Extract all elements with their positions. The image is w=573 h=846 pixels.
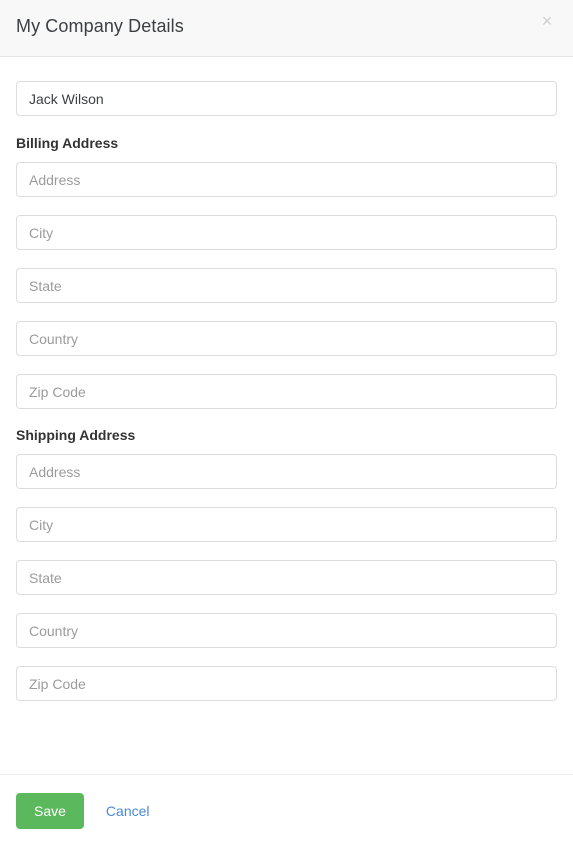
billing-zip-input[interactable] xyxy=(16,374,557,409)
billing-address-input[interactable] xyxy=(16,162,557,197)
billing-state-input[interactable] xyxy=(16,268,557,303)
shipping-address-section-label: Shipping Address xyxy=(16,427,136,443)
company-name-input[interactable] xyxy=(16,81,557,116)
shipping-state-input[interactable] xyxy=(16,560,557,595)
close-icon[interactable]: × xyxy=(535,9,559,33)
modal-body: Billing Address Shipping Address xyxy=(0,57,573,774)
shipping-address-fields xyxy=(16,454,557,701)
shipping-zip-input[interactable] xyxy=(16,666,557,701)
billing-country-input[interactable] xyxy=(16,321,557,356)
billing-city-input[interactable] xyxy=(16,215,557,250)
modal-footer: Save Cancel xyxy=(0,774,573,846)
cancel-button[interactable]: Cancel xyxy=(106,801,150,821)
save-button[interactable]: Save xyxy=(16,792,84,829)
modal-header: My Company Details × xyxy=(0,0,573,57)
company-details-modal: My Company Details × Billing Address Shi… xyxy=(0,0,573,846)
billing-address-fields xyxy=(16,162,557,409)
shipping-address-input[interactable] xyxy=(16,454,557,489)
shipping-country-input[interactable] xyxy=(16,613,557,648)
page-title: My Company Details xyxy=(16,16,184,36)
billing-address-section-label: Billing Address xyxy=(16,135,119,151)
shipping-city-input[interactable] xyxy=(16,507,557,542)
